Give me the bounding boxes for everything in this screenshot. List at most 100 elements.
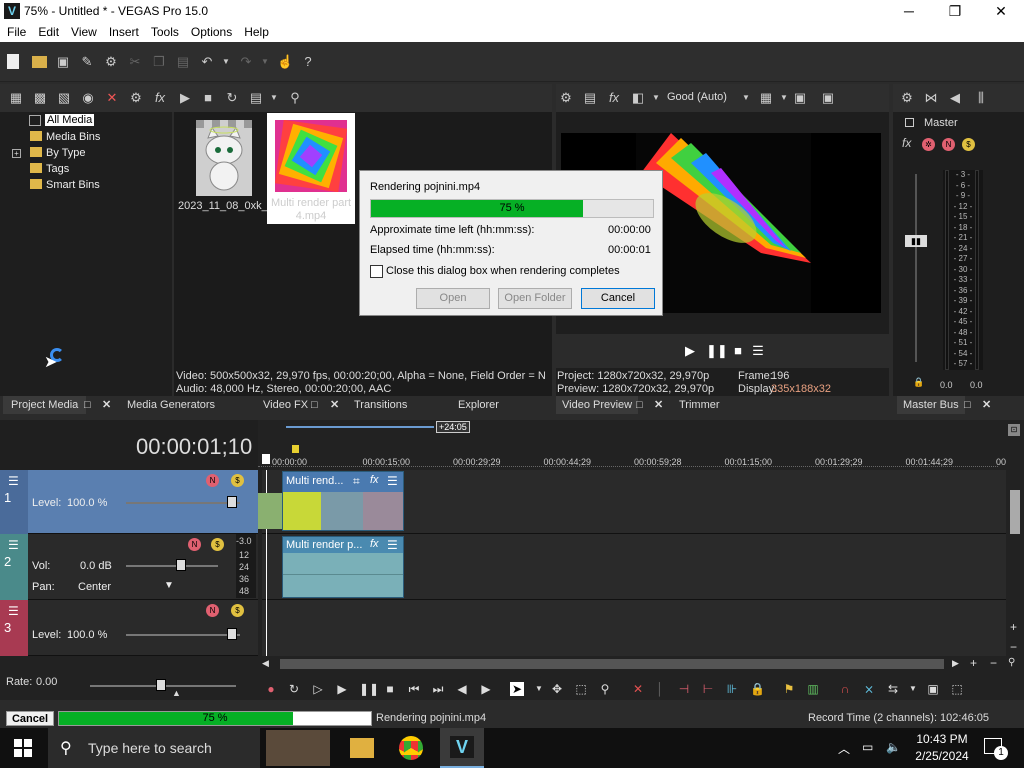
- save-icon[interactable]: ▣: [55, 54, 71, 70]
- tree-item-all-media[interactable]: All Media: [45, 114, 95, 126]
- crop-icon[interactable]: ⌗: [353, 474, 360, 489]
- import-media-icon[interactable]: ▦: [8, 90, 24, 106]
- minimize-button[interactable]: ─: [886, 0, 932, 22]
- track-content[interactable]: Multi rend... ⌗ fx ☰ Multi render p... f…: [258, 470, 1006, 656]
- track-solo-icon[interactable]: $: [231, 604, 244, 617]
- master-fx-chain-icon[interactable]: ✲: [922, 138, 935, 151]
- clip-fx-icon[interactable]: fx: [370, 538, 379, 550]
- volume-icon[interactable]: 🔈: [886, 740, 901, 754]
- master-lock-icon[interactable]: 🔒: [913, 377, 924, 388]
- save-snapshot-icon[interactable]: ▣: [820, 90, 836, 106]
- copy-snapshot-icon[interactable]: ▣: [792, 90, 808, 106]
- tab-transitions[interactable]: Transitions: [354, 396, 407, 414]
- undo-dropdown-icon[interactable]: ▼: [218, 54, 234, 70]
- master-fx-icon[interactable]: fx: [902, 136, 911, 150]
- play-from-start-icon[interactable]: ▷: [311, 682, 325, 696]
- split-icon[interactable]: ⊪: [725, 682, 739, 696]
- views-dropdown-icon[interactable]: ▼: [266, 90, 282, 106]
- get-media-icon[interactable]: ▧: [56, 90, 72, 106]
- zoom-out-vertical-icon[interactable]: −: [1010, 640, 1017, 654]
- overlays-dropdown-icon[interactable]: ▼: [776, 90, 792, 106]
- insert-region-icon[interactable]: ▥: [806, 682, 820, 696]
- menu-options[interactable]: Options: [184, 22, 237, 39]
- open-button[interactable]: Open: [416, 288, 490, 309]
- track-mute-icon[interactable]: N: [206, 474, 219, 487]
- video-clip[interactable]: Multi rend... ⌗ fx ☰: [282, 471, 404, 531]
- media-properties-icon[interactable]: ⚙: [128, 90, 144, 106]
- tab-close-icon[interactable]: ✕: [982, 396, 991, 414]
- level-slider-handle[interactable]: [227, 628, 237, 640]
- windows-start-icon[interactable]: [14, 739, 32, 757]
- chrome-icon[interactable]: [399, 736, 423, 760]
- taskbar-clock-time[interactable]: 10:43 PM: [912, 732, 972, 746]
- stop-icon[interactable]: ■: [383, 682, 397, 696]
- track-mute-icon[interactable]: N: [188, 538, 201, 551]
- track-header-video-3[interactable]: ☰ 3 N $ Level: 100.0 %: [0, 600, 258, 656]
- video-output-fx-icon[interactable]: fx: [606, 90, 622, 106]
- vegas-taskbar-button[interactable]: V: [440, 728, 484, 768]
- tab-video-preview[interactable]: Video Preview: [556, 396, 639, 414]
- vol-slider-handle[interactable]: [176, 559, 186, 571]
- network-icon[interactable]: ▭: [862, 740, 873, 754]
- search-highlight-image[interactable]: [266, 730, 330, 766]
- remove-unused-icon[interactable]: ◉: [80, 90, 96, 106]
- tab-maximize-icon[interactable]: □: [964, 396, 971, 414]
- device-output-icon[interactable]: ▤: [582, 90, 598, 106]
- paste-icon[interactable]: ▤: [175, 54, 191, 70]
- close-when-done-checkbox[interactable]: [370, 265, 383, 278]
- status-cancel-button[interactable]: Cancel: [6, 711, 54, 726]
- pause-icon[interactable]: ❚❚: [359, 682, 379, 696]
- zoom-out-horizontal-icon[interactable]: −: [990, 656, 997, 670]
- level-slider-track[interactable]: [126, 502, 240, 504]
- track-header-video-1[interactable]: ☰ 1 N $ Level: 100.0 %: [0, 470, 258, 534]
- taskbar-clock-date[interactable]: 2/25/2024: [912, 749, 972, 763]
- expand-icon[interactable]: +: [12, 149, 21, 158]
- master-checkbox[interactable]: [905, 118, 914, 127]
- tab-close-icon[interactable]: ✕: [330, 396, 339, 414]
- preview-quality-select[interactable]: Good (Auto): [667, 91, 727, 103]
- tab-master-bus[interactable]: Master Bus: [897, 396, 965, 414]
- loop-playback-icon[interactable]: ↻: [287, 682, 301, 696]
- ignore-grouping-icon[interactable]: ⬚: [950, 682, 964, 696]
- media-item-multi-render[interactable]: Multi render part 4.mp4: [267, 113, 355, 224]
- playhead-icon[interactable]: [262, 454, 270, 464]
- whats-this-help-icon[interactable]: ☝: [277, 54, 293, 70]
- master-mute-badge-icon[interactable]: N: [942, 138, 955, 151]
- edit-tool-dropdown-icon[interactable]: ▼: [532, 682, 546, 696]
- ripple-dropdown-icon[interactable]: ▼: [906, 682, 920, 696]
- downmix-icon[interactable]: ⋈: [923, 90, 939, 106]
- rate-slider-handle[interactable]: [156, 679, 166, 691]
- quality-dropdown-icon[interactable]: ▼: [738, 90, 754, 106]
- tab-close-icon[interactable]: ✕: [102, 396, 111, 414]
- remove-icon[interactable]: ✕: [104, 90, 120, 106]
- play-preview-icon[interactable]: ▶: [177, 90, 193, 106]
- preview-menu-icon[interactable]: ☰: [750, 343, 766, 359]
- timeline-vscroll[interactable]: + −: [1006, 470, 1024, 656]
- normal-edit-tool-icon[interactable]: ➤: [510, 682, 524, 696]
- insert-marker-icon[interactable]: ⚑: [782, 682, 796, 696]
- dialog-cancel-button[interactable]: Cancel: [581, 288, 655, 309]
- tree-item-tags[interactable]: Tags: [30, 163, 69, 175]
- tab-trimmer[interactable]: Trimmer: [679, 396, 720, 414]
- views-icon[interactable]: ▤: [248, 90, 264, 106]
- tab-maximize-icon[interactable]: □: [311, 396, 318, 414]
- clip-fx-icon[interactable]: fx: [370, 474, 379, 486]
- tree-item-media-bins[interactable]: Media Bins: [30, 131, 100, 143]
- tab-close-icon[interactable]: ✕: [654, 396, 663, 414]
- go-to-start-icon[interactable]: ⏮: [407, 682, 421, 696]
- tab-project-media[interactable]: Project Media: [3, 396, 87, 414]
- menu-insert[interactable]: Insert: [102, 22, 144, 39]
- track-menu-icon[interactable]: ☰: [8, 604, 19, 618]
- maximize-button[interactable]: ❐: [932, 0, 978, 22]
- track-solo-icon[interactable]: $: [211, 538, 224, 551]
- next-frame-icon[interactable]: ▶: [479, 682, 493, 696]
- tab-explorer[interactable]: Explorer: [458, 396, 499, 414]
- mixer-icon[interactable]: ⫼: [973, 90, 989, 106]
- close-button[interactable]: ✕: [978, 0, 1024, 22]
- capture-icon[interactable]: ▩: [32, 90, 48, 106]
- preview-stop-icon[interactable]: ■: [730, 343, 746, 359]
- go-to-end-icon[interactable]: ⏭: [431, 682, 445, 696]
- marker-tool-icon[interactable]: ⊡: [1008, 424, 1020, 436]
- tree-item-by-type[interactable]: By Type: [30, 147, 86, 159]
- previous-frame-icon[interactable]: ◀: [455, 682, 469, 696]
